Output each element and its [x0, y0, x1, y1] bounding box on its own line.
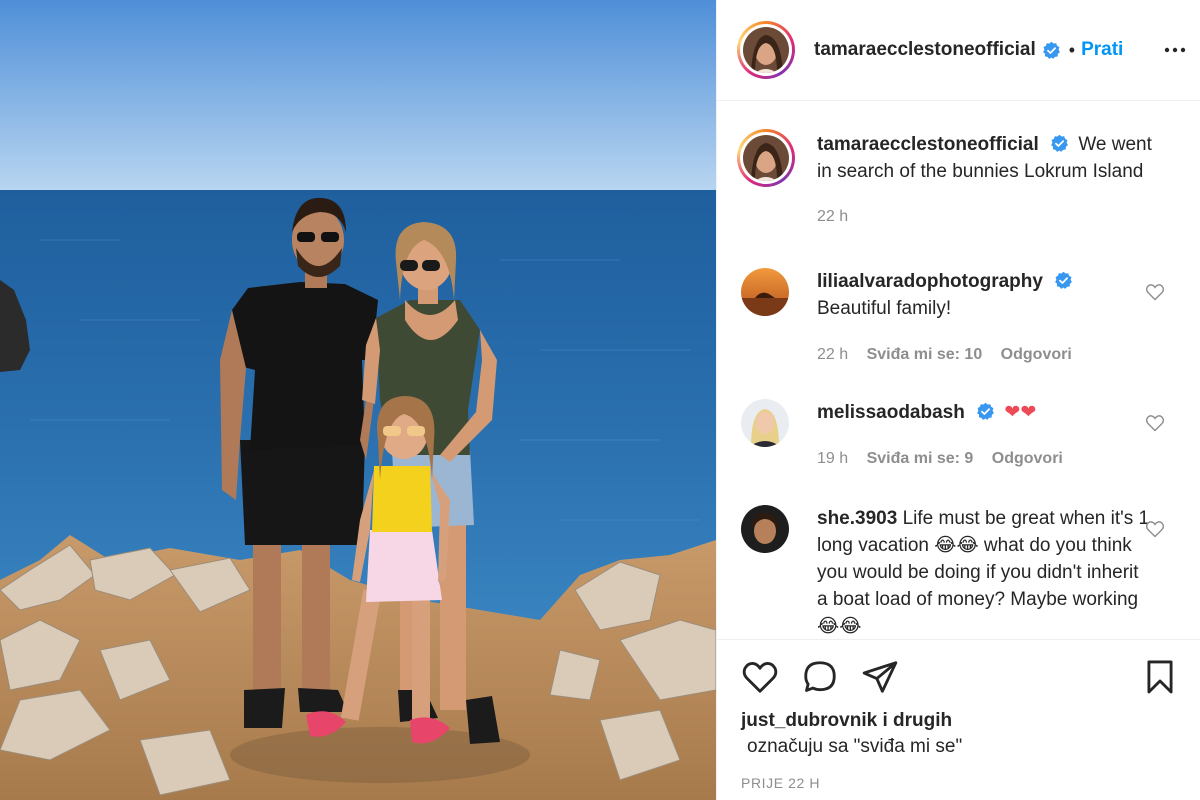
post-timestamp[interactable]: PRIJE 22 H — [741, 775, 820, 791]
avatar[interactable] — [737, 21, 795, 79]
avatar[interactable] — [737, 129, 795, 187]
follow-button[interactable]: Prati — [1081, 39, 1123, 61]
profile-picture — [743, 135, 789, 181]
comment-text: Beautiful family! — [817, 298, 952, 319]
post-side-panel: tamaraecclestoneofficial • Prati tamarae… — [716, 0, 1200, 800]
reply-button[interactable]: Odgovori — [992, 450, 1063, 467]
caption-username[interactable]: tamaraecclestoneofficial — [817, 134, 1039, 155]
comments-list[interactable]: tamaraecclestoneofficial We went in sear… — [717, 101, 1200, 639]
like-comment-icon[interactable] — [1145, 413, 1165, 433]
comment-likes[interactable]: Sviđa mi se: 9 — [867, 450, 974, 467]
separator-dot: • — [1068, 39, 1076, 60]
share-icon[interactable] — [861, 658, 899, 696]
profile-picture — [743, 27, 789, 73]
comment-time[interactable]: 22 h — [817, 346, 848, 363]
liked-by[interactable]: just_dubrovnik i drugih — [741, 710, 952, 732]
more-icon[interactable] — [1163, 38, 1187, 62]
verified-badge-icon — [1042, 41, 1060, 59]
comment-username[interactable]: melissaodabash — [817, 402, 965, 423]
verified-badge-icon — [977, 402, 995, 420]
avatar[interactable] — [741, 505, 789, 553]
caption-time[interactable]: 22 h — [817, 208, 848, 225]
bookmark-icon[interactable] — [1141, 658, 1179, 696]
comment-username[interactable]: liliaalvaradophotography — [817, 271, 1043, 292]
header-username[interactable]: tamaraecclestoneofficial — [814, 39, 1036, 61]
comment-time[interactable]: 19 h — [817, 450, 848, 467]
heart-icon[interactable] — [741, 658, 779, 696]
reply-button[interactable]: Odgovori — [1001, 346, 1072, 363]
like-comment-icon[interactable] — [1145, 282, 1165, 302]
avatar[interactable] — [741, 399, 789, 447]
verified-badge-icon — [1051, 134, 1068, 152]
comment-username[interactable]: she.3903 — [817, 508, 897, 529]
comment-text: ❤❤ — [1004, 402, 1037, 423]
avatar[interactable] — [741, 268, 789, 316]
comment-icon[interactable] — [801, 658, 839, 696]
post-header: tamaraecclestoneofficial • Prati — [717, 0, 1200, 101]
liked-by-subtitle: označuju sa "sviđa mi se" — [747, 736, 963, 757]
like-comment-icon[interactable] — [1145, 519, 1165, 539]
verified-badge-icon — [1055, 271, 1073, 289]
comment-likes[interactable]: Sviđa mi se: 10 — [867, 346, 983, 363]
post-photo[interactable] — [0, 0, 716, 800]
